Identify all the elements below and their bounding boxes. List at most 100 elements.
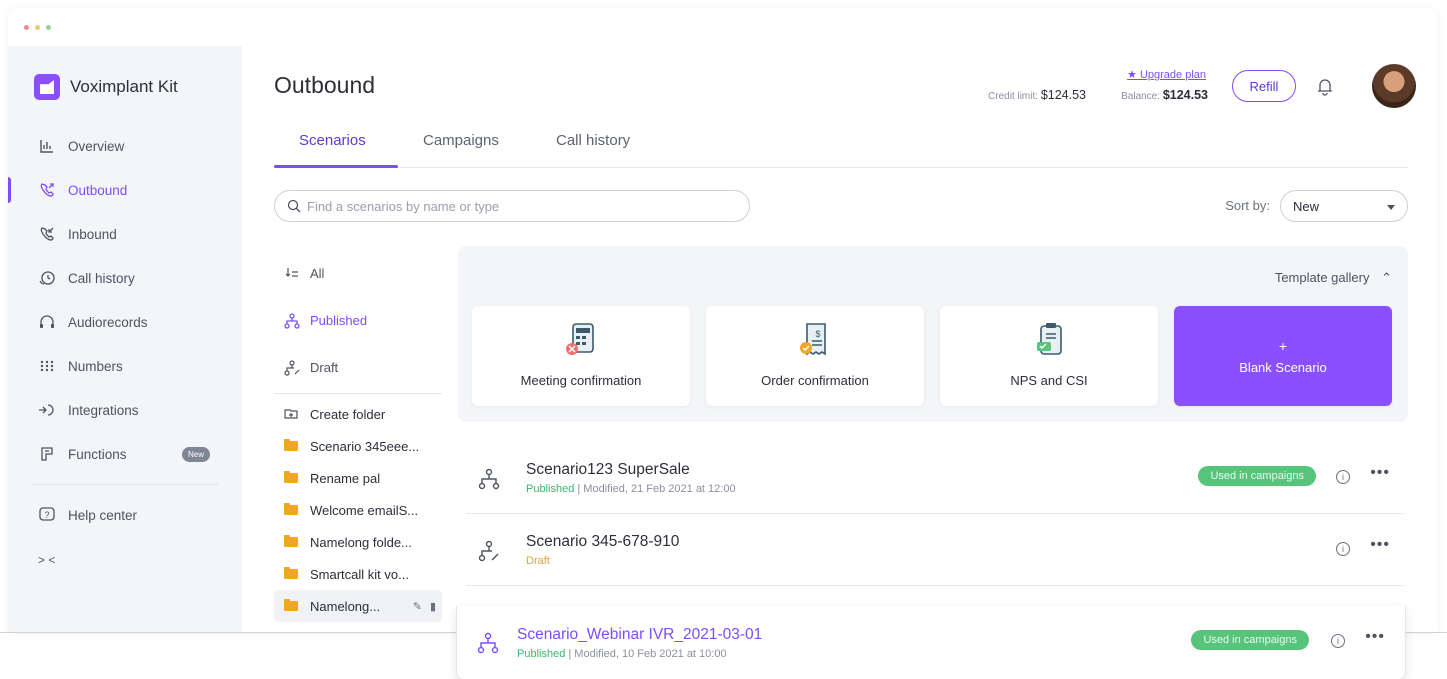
scenario-name[interactable]: Scenario 345-678-910 [526, 533, 679, 551]
scenario-name[interactable]: Scenario123 SuperSale [526, 461, 690, 479]
more-options-icon[interactable]: ••• [1370, 464, 1390, 482]
sidebar-item-integrations[interactable]: Integrations [8, 388, 242, 432]
folder-icon [284, 599, 298, 611]
template-card-nps-and-csi[interactable]: NPS and CSI [940, 306, 1158, 406]
scenario-row-hovered[interactable]: Scenario_Webinar IVR_2021-03-01 Publishe… [456, 606, 1406, 679]
notification-bell-icon[interactable] [1316, 76, 1334, 96]
brand-logo[interactable]: Voximplant Kit [34, 74, 178, 100]
scenario-row[interactable]: Scenario 345-678-910 Draft i ••• [466, 514, 1404, 586]
template-card-order-confirmation[interactable]: $ Order confirmation [706, 306, 924, 406]
template-card-label: Meeting confirmation [520, 373, 642, 388]
scenario-row[interactable]: Scenario_Webinar IVR_2021-03-01 Publishe… [457, 606, 1405, 679]
folder-item[interactable]: Scenario 345eee... [274, 430, 442, 462]
sort-select-value: New [1293, 198, 1320, 214]
folder-panel: All Published Draft Create folder Scenar… [274, 250, 442, 622]
folder-item[interactable]: Namelong... ✎ ▮ [274, 590, 442, 622]
folder-name: Namelong folde... [310, 534, 412, 550]
edit-icon[interactable]: ✎ [413, 600, 422, 613]
folder-item[interactable]: Namelong folde... [274, 526, 442, 558]
sidebar-item-audiorecords[interactable]: Audiorecords [8, 300, 242, 344]
sidebar-item-functions[interactable]: Functions New [8, 432, 242, 476]
outbound-call-icon [38, 181, 56, 199]
info-icon[interactable]: i [1331, 634, 1345, 648]
folder-item[interactable]: Welcome emailS... [274, 494, 442, 526]
folder-actions: ✎ ▮ [413, 600, 436, 613]
receipt-icon: $ [800, 323, 826, 356]
scenario-search[interactable] [274, 190, 750, 222]
sidebar-item-inbound[interactable]: Inbound [8, 212, 242, 256]
tab-call-history[interactable]: Call history [556, 132, 630, 149]
scenario-modified: | Modified, 21 Feb 2021 at 12:00 [574, 483, 736, 495]
template-card-meeting-confirmation[interactable]: Meeting confirmation [472, 306, 690, 406]
scenario-list: Scenario123 SuperSale Published | Modifi… [466, 442, 1404, 586]
divider-line [0, 632, 456, 633]
sidebar-item-call-history[interactable]: Call history [8, 256, 242, 300]
sidebar-collapse-button[interactable]: > < [8, 553, 242, 567]
filter-all[interactable]: All [274, 250, 442, 297]
credit-limit-value: $124.53 [1040, 88, 1086, 102]
create-folder-label: Create folder [310, 406, 386, 422]
info-icon[interactable]: i [1336, 470, 1350, 484]
divider-line [1406, 632, 1447, 633]
search-input[interactable] [307, 198, 727, 214]
credit-limit-label: Credit limit: [988, 91, 1039, 102]
plus-icon: + [1278, 337, 1288, 354]
folder-icon [284, 535, 298, 547]
filter-published[interactable]: Published [274, 297, 442, 344]
filter-draft[interactable]: Draft [274, 344, 442, 391]
sort-by-label: Sort by: [1225, 198, 1270, 213]
trash-icon[interactable]: ▮ [430, 600, 436, 613]
balance-label: Balance: [1121, 91, 1161, 102]
sidebar-item-label: Overview [68, 138, 125, 154]
dialpad-icon [38, 357, 56, 375]
sidebar-divider [32, 484, 218, 485]
folder-item[interactable]: Smartcall kit vo... [274, 558, 442, 590]
more-options-icon[interactable]: ••• [1365, 628, 1385, 646]
template-gallery-toggle[interactable]: Template gallery ⌃ [1275, 270, 1392, 286]
integrations-icon [38, 401, 56, 419]
scenario-tree-icon [284, 312, 300, 329]
sidebar-item-label: Outbound [68, 182, 128, 198]
window-close-dot[interactable] [24, 24, 29, 30]
folder-icon [284, 471, 298, 483]
template-card-label: NPS and CSI [1010, 373, 1088, 388]
tab-campaigns[interactable]: Campaigns [423, 132, 499, 149]
folder-divider [274, 393, 442, 394]
blank-scenario-button[interactable]: + Blank Scenario [1174, 306, 1392, 406]
folder-item[interactable]: Rename pal [274, 462, 442, 494]
window-maximize-dot[interactable] [46, 24, 51, 30]
create-folder-button[interactable]: Create folder [274, 398, 442, 430]
filter-label: Published [310, 313, 368, 328]
scenario-name[interactable]: Scenario_Webinar IVR_2021-03-01 [517, 626, 762, 644]
svg-text:$: $ [815, 329, 820, 339]
tab-scenarios[interactable]: Scenarios [299, 132, 366, 149]
chevron-down-icon [1387, 205, 1395, 210]
folder-name: Welcome emailS... [310, 502, 419, 518]
folder-name: Rename pal [310, 470, 381, 486]
scenario-status: Draft [526, 555, 550, 567]
account-bar: ★ Upgrade plan Credit limit: $124.53 Bal… [948, 64, 1416, 108]
sidebar-item-numbers[interactable]: Numbers [8, 344, 242, 388]
draft-tree-icon [284, 359, 300, 376]
sidebar-item-overview[interactable]: Overview [8, 124, 242, 168]
sidebar-item-label: Functions [68, 446, 127, 462]
sort-select[interactable]: New [1280, 190, 1408, 222]
voximplant-logo-icon [34, 74, 60, 100]
sidebar-item-outbound[interactable]: Outbound [8, 168, 242, 212]
sidebar-item-help-center[interactable]: ? Help center [8, 493, 242, 537]
more-options-icon[interactable]: ••• [1370, 536, 1390, 554]
sidebar-item-label: Help center [68, 507, 138, 523]
active-tab-indicator [274, 165, 398, 168]
sidebar: Voximplant Kit Overview Outbound Inbound [8, 46, 242, 633]
calculator-icon [566, 323, 594, 355]
scenario-row[interactable]: Scenario123 SuperSale Published | Modifi… [466, 442, 1404, 514]
folder-icon [284, 567, 298, 579]
refill-button[interactable]: Refill [1232, 70, 1296, 102]
window-minimize-dot[interactable] [35, 24, 40, 30]
user-avatar[interactable] [1372, 64, 1416, 108]
chevron-updown-icon: ⌃ [1381, 270, 1392, 285]
info-icon[interactable]: i [1336, 542, 1350, 556]
upgrade-plan-link[interactable]: ★ Upgrade plan [1127, 68, 1206, 81]
used-in-campaigns-badge: Used in campaigns [1198, 466, 1316, 486]
sidebar-item-label: Integrations [68, 402, 139, 418]
